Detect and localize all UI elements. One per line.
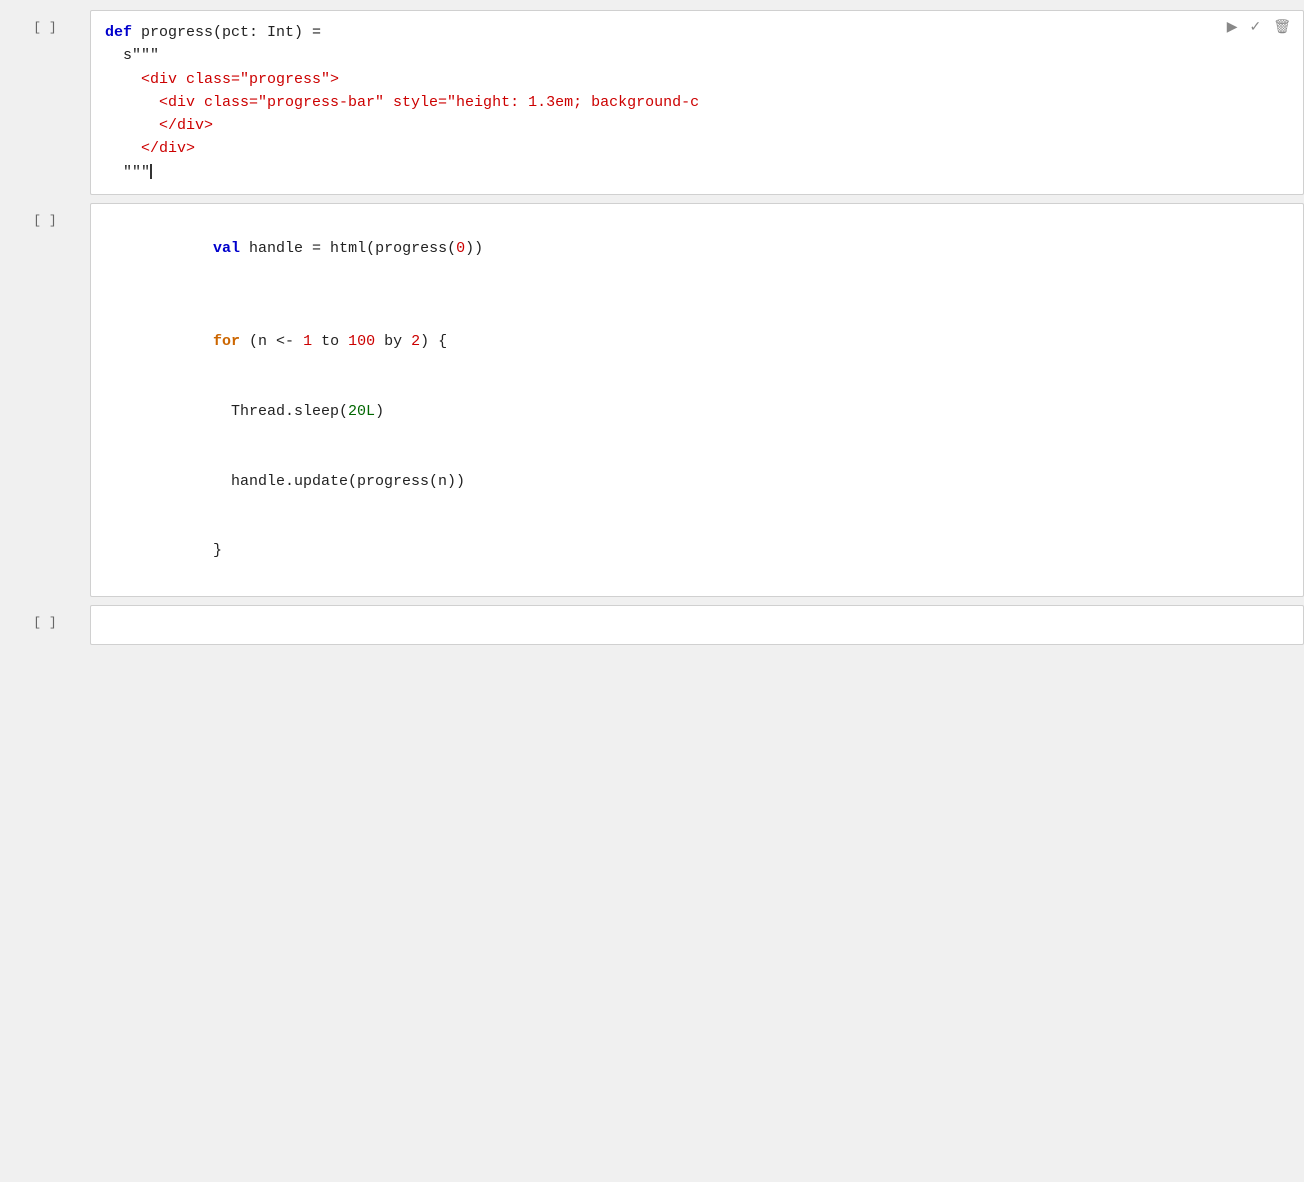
- keyword: def: [105, 24, 141, 41]
- code-line: </div>: [105, 137, 1289, 160]
- code-text: by: [375, 333, 411, 350]
- code-text: (n <-: [240, 333, 303, 350]
- cell-1-toolbar: ▶ ✓ 🗑: [1223, 17, 1295, 35]
- code-text: handle.update(progress(n)): [177, 473, 465, 490]
- text-cursor: [150, 164, 152, 179]
- keyword: for: [213, 333, 240, 350]
- code-line: </div>: [105, 114, 1289, 137]
- code-line: handle.update(progress(n)): [105, 446, 1289, 516]
- cell-1-counter: [ ]: [33, 20, 56, 35]
- number: 1: [303, 333, 312, 350]
- code-line: }: [105, 516, 1289, 586]
- code-text: [177, 240, 213, 257]
- code-text: <div class="progress-bar" style="height:…: [105, 94, 699, 111]
- code-text: <div class="progress">: [105, 71, 339, 88]
- cell-2-gutter: [ ]: [0, 203, 90, 597]
- cell-1-content[interactable]: ▶ ✓ 🗑 def progress(pct: Int) = s""" <div…: [90, 10, 1304, 195]
- number: 0: [456, 240, 465, 257]
- code-line: <div class="progress-bar" style="height:…: [105, 91, 1289, 114]
- cell-3-gutter: [ ]: [0, 605, 90, 645]
- code-text: Thread.sleep(: [177, 403, 348, 420]
- cell-2-counter: [ ]: [33, 213, 56, 228]
- number: 20L: [348, 403, 375, 420]
- run-button[interactable]: ▶: [1223, 17, 1242, 35]
- cell-2: [ ] val handle = html(progress(0)) for (…: [0, 203, 1304, 597]
- code-text: progress(pct: Int) =: [141, 24, 321, 41]
- code-line: s""": [105, 44, 1289, 67]
- cell-1: [ ] ▶ ✓ 🗑 def progress(pct: Int) = s""" …: [0, 10, 1304, 195]
- code-text: )): [465, 240, 483, 257]
- code-line: """: [105, 161, 1289, 184]
- code-text: </div>: [105, 140, 195, 157]
- delete-button[interactable]: 🗑: [1269, 17, 1295, 35]
- code-line: for (n <- 1 to 100 by 2) {: [105, 307, 1289, 377]
- code-text: }: [177, 542, 222, 559]
- code-text: ) {: [420, 333, 447, 350]
- code-text: ): [375, 403, 384, 420]
- code-text: s""": [105, 47, 159, 64]
- code-text: """: [105, 164, 150, 181]
- code-line: val handle = html(progress(0)): [105, 214, 1289, 284]
- cell-3: [ ]: [0, 605, 1304, 645]
- check-button[interactable]: ✓: [1245, 17, 1265, 35]
- code-line: [105, 284, 1289, 307]
- number: 2: [411, 333, 420, 350]
- keyword: val: [213, 240, 240, 257]
- cell-2-content[interactable]: val handle = html(progress(0)) for (n <-…: [90, 203, 1304, 597]
- code-line: Thread.sleep(20L): [105, 377, 1289, 447]
- code-text: [177, 333, 213, 350]
- code-text: handle = html(progress(: [240, 240, 456, 257]
- notebook: [ ] ▶ ✓ 🗑 def progress(pct: Int) = s""" …: [0, 0, 1304, 663]
- code-text: to: [312, 333, 348, 350]
- code-line: def progress(pct: Int) =: [105, 21, 1289, 44]
- cell-3-content[interactable]: [90, 605, 1304, 645]
- code-text: </div>: [105, 117, 213, 134]
- number: 100: [348, 333, 375, 350]
- cell-3-counter: [ ]: [33, 615, 56, 630]
- cell-1-gutter: [ ]: [0, 10, 90, 195]
- code-line: <div class="progress">: [105, 68, 1289, 91]
